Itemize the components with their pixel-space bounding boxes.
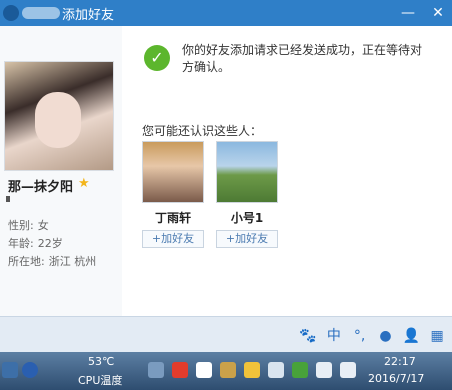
star-icon: ★ bbox=[78, 176, 90, 191]
profile-avatar bbox=[4, 61, 114, 171]
blurred-id bbox=[6, 196, 10, 202]
suggested-name: 丁雨轩 bbox=[154, 211, 191, 225]
location-value: 浙江 杭州 bbox=[48, 255, 97, 268]
title-bar: 添加好友 — ✕ bbox=[0, 0, 452, 26]
close-button[interactable]: ✕ bbox=[428, 3, 448, 23]
tray-app-icon[interactable] bbox=[220, 362, 236, 378]
clock-time: 22:17 bbox=[384, 355, 416, 368]
tray-app-icon[interactable] bbox=[196, 362, 212, 378]
window-title: 添加好友 bbox=[62, 8, 115, 23]
location-label: 所在地: bbox=[8, 255, 45, 268]
cpu-temp-label: CPU温度 bbox=[78, 374, 123, 387]
suggested-avatar[interactable] bbox=[142, 141, 204, 203]
start-icon[interactable] bbox=[2, 362, 18, 378]
age-row: 年龄: 22岁 bbox=[8, 235, 63, 251]
tray-app-icon[interactable] bbox=[244, 362, 260, 378]
network-icon[interactable] bbox=[316, 362, 332, 378]
ime-toolbar: 🐾 中 °, ● 👤 ▦ bbox=[0, 316, 452, 353]
add-friend-button[interactable]: +加好友 bbox=[142, 230, 204, 248]
blurred-title-segment bbox=[22, 7, 60, 19]
volume-icon[interactable] bbox=[340, 362, 356, 378]
qq-logo-icon bbox=[3, 5, 19, 21]
suggest-title: 您可能还认识这些人： bbox=[142, 124, 263, 138]
age-label: 年龄: bbox=[8, 237, 34, 250]
gender-value: 女 bbox=[37, 219, 49, 232]
profile-nickname: 那—抹夕阳 bbox=[8, 180, 74, 195]
user-icon[interactable]: 👤 bbox=[401, 328, 421, 344]
tray-app-icon[interactable] bbox=[148, 362, 164, 378]
success-check-icon: ✓ bbox=[144, 45, 170, 71]
success-message: 你的好友添加请求已经发送成功，正在等待对方确认。 bbox=[182, 43, 423, 74]
gender-label: 性别: bbox=[8, 219, 34, 232]
clock-date: 2016/7/17 bbox=[368, 372, 425, 385]
fullwidth-icon[interactable]: ● bbox=[375, 328, 395, 344]
chinese-mode-icon[interactable]: 中 bbox=[324, 325, 344, 345]
profile-panel: 那—抹夕阳 ★ 性别: 女 年龄: 22岁 所在地: 浙江 杭州 bbox=[0, 26, 122, 316]
suggested-name: 小号1 bbox=[230, 211, 264, 225]
add-friend-button[interactable]: +加好友 bbox=[216, 230, 278, 248]
tray-app-icon[interactable] bbox=[268, 362, 284, 378]
tray-app-icon[interactable] bbox=[292, 362, 308, 378]
minimize-button[interactable]: — bbox=[398, 3, 418, 23]
suggested-person: 丁雨轩 +加好友 bbox=[142, 141, 204, 248]
add-friend-window: 添加好友 — ✕ 那—抹夕阳 ★ 性别: 女 年龄: 22岁 所在地: 浙江 杭州 ✓… bbox=[0, 0, 452, 353]
suggested-avatar[interactable] bbox=[216, 141, 278, 203]
tray-app-icon[interactable] bbox=[172, 362, 188, 378]
cpu-temperature: 53℃ bbox=[88, 355, 115, 368]
paw-icon[interactable]: 🐾 bbox=[298, 328, 318, 344]
help-icon[interactable] bbox=[22, 362, 38, 378]
suggested-person: 小号1 +加好友 bbox=[216, 141, 278, 248]
age-value: 22岁 bbox=[37, 237, 63, 250]
taskbar: 53℃ CPU温度 22:17 2016/7/17 bbox=[0, 352, 452, 390]
grid-icon[interactable]: ▦ bbox=[427, 328, 447, 344]
content-panel: ✓ 你的好友添加请求已经发送成功，正在等待对方确认。 您可能还认识这些人： 丁雨… bbox=[122, 26, 452, 316]
punctuation-icon[interactable]: °, bbox=[350, 328, 370, 344]
location-row: 所在地: 浙江 杭州 bbox=[8, 253, 96, 269]
ime-icons: 🐾 中 °, ● 👤 ▦ bbox=[298, 325, 449, 345]
gender-row: 性别: 女 bbox=[8, 217, 49, 233]
